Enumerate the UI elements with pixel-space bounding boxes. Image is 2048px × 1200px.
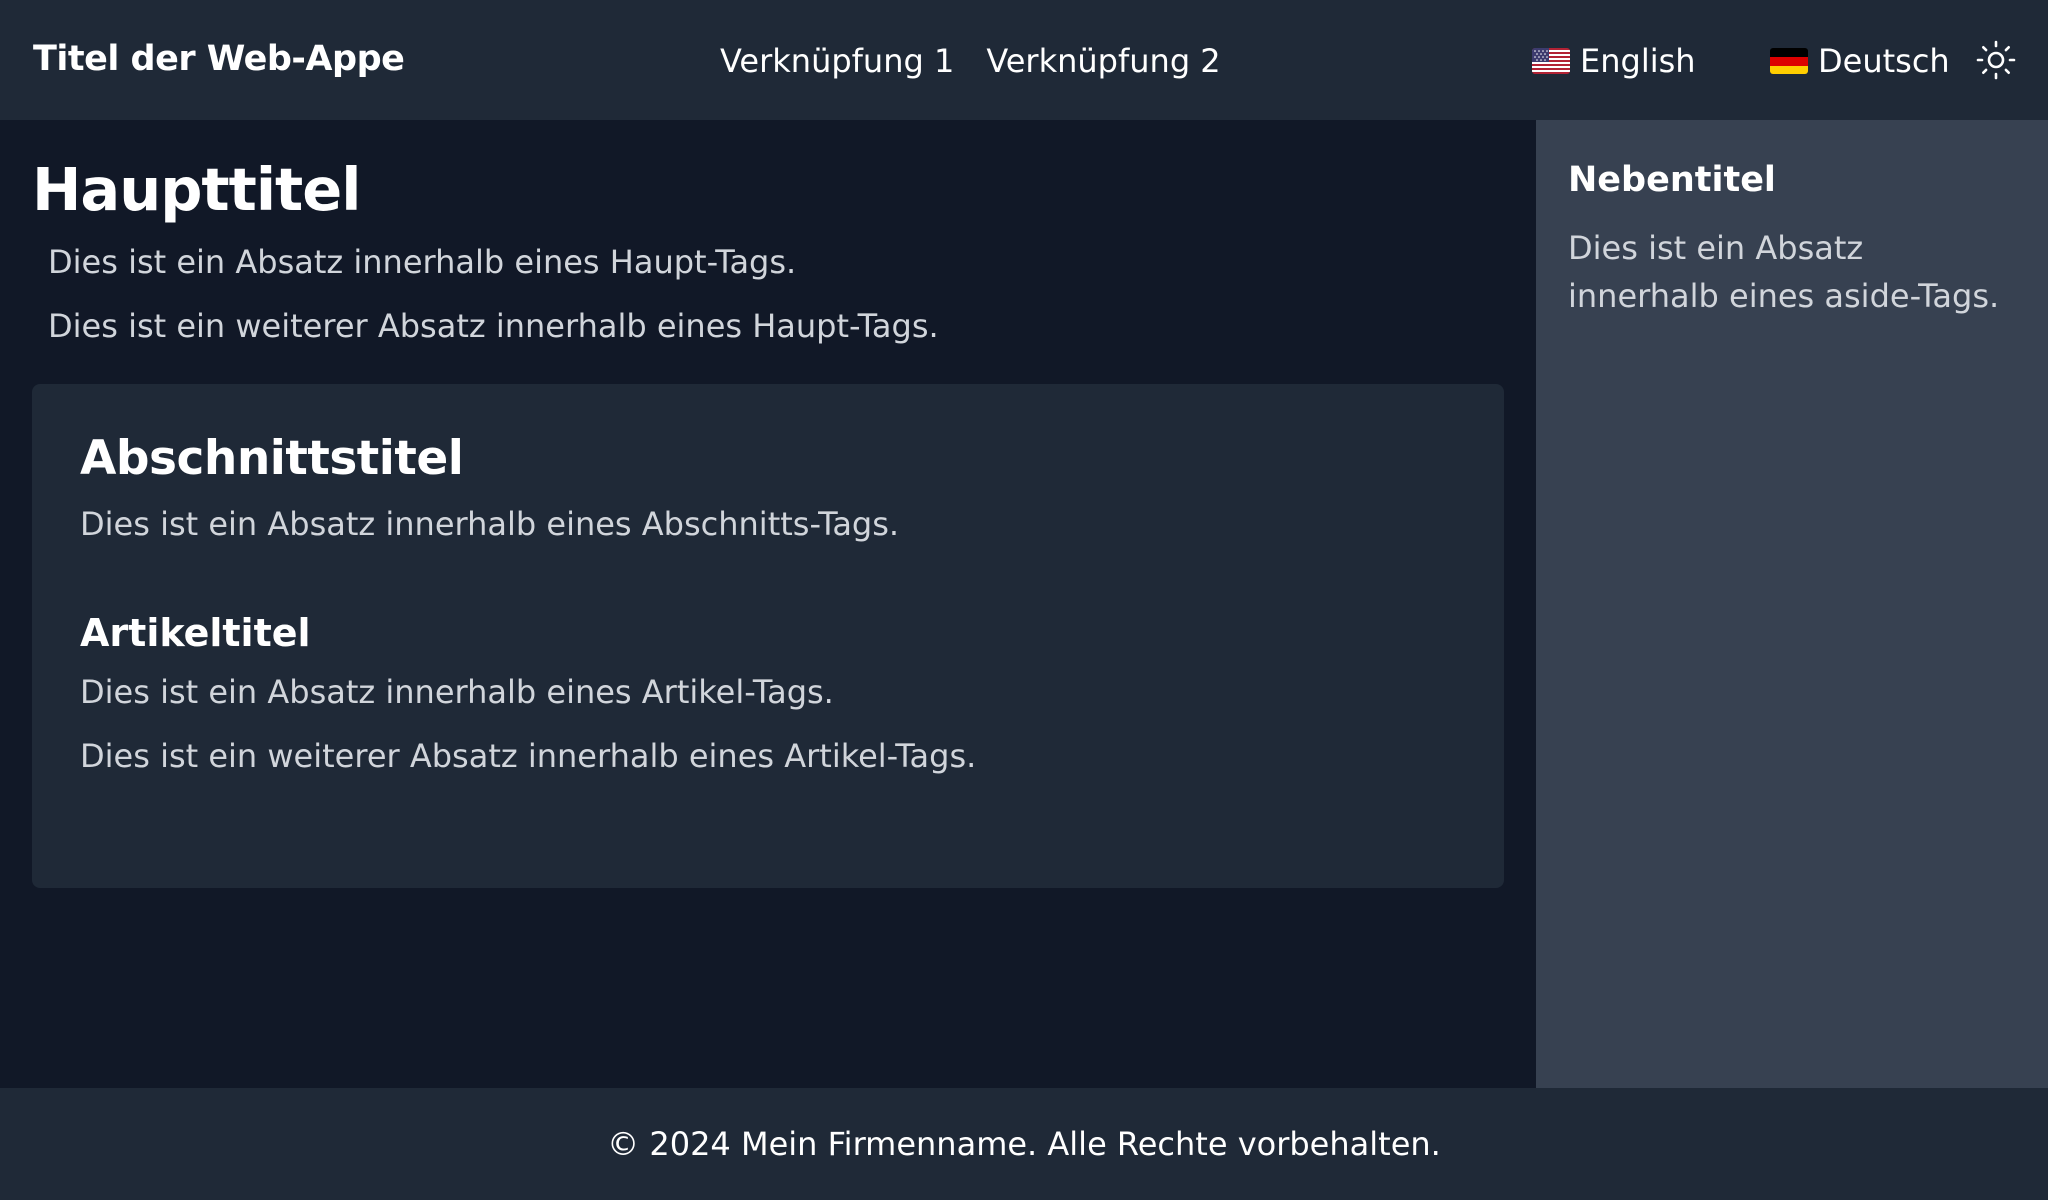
article-paragraph-1: Dies ist ein Absatz innerhalb eines Arti… <box>80 673 834 711</box>
theme-toggle-button[interactable] <box>1976 40 2016 80</box>
language-english-button[interactable]: English <box>1532 40 1696 82</box>
nav-link-1[interactable]: Verknüpfung 1 <box>720 40 954 82</box>
de-flag-icon <box>1770 48 1808 74</box>
language-english-label: English <box>1580 42 1696 80</box>
app-footer: © 2024 Mein Firmenname. Alle Rechte vorb… <box>0 1088 2048 1200</box>
aside-title: Nebentitel <box>1568 160 1776 200</box>
section-card: Abschnittstitel Dies ist ein Absatz inne… <box>32 384 1504 888</box>
app-header: Titel der Web-Appe Verknüpfung 1 Verknüp… <box>0 0 2048 120</box>
aside-panel: Nebentitel Dies ist ein Absatz innerhalb… <box>1536 120 2048 1088</box>
main-nav: Verknüpfung 1 Verknüpfung 2 <box>720 40 1221 82</box>
app-title: Titel der Web-Appe <box>33 39 405 79</box>
us-flag-icon <box>1532 48 1570 74</box>
sun-icon <box>1976 40 2016 80</box>
language-deutsch-label: Deutsch <box>1818 42 1950 80</box>
language-deutsch-button[interactable]: Deutsch <box>1770 40 1950 82</box>
main-title: Haupttitel <box>32 155 362 224</box>
main-paragraph-1: Dies ist ein Absatz innerhalb eines Haup… <box>48 243 797 281</box>
section-title: Abschnittstitel <box>80 431 464 486</box>
aside-paragraph: Dies ist ein Absatz innerhalb eines asid… <box>1568 229 2000 315</box>
article-title: Artikeltitel <box>80 611 311 655</box>
section-paragraph: Dies ist ein Absatz innerhalb eines Absc… <box>80 505 900 543</box>
footer-copyright: © 2024 Mein Firmenname. Alle Rechte vorb… <box>607 1125 1441 1163</box>
nav-link-2[interactable]: Verknüpfung 2 <box>986 40 1220 82</box>
main-paragraph-2: Dies ist ein weiterer Absatz innerhalb e… <box>48 307 939 345</box>
main-content: Haupttitel Dies ist ein Absatz innerhalb… <box>0 120 1536 1088</box>
article-paragraph-2: Dies ist ein weiterer Absatz innerhalb e… <box>80 737 977 775</box>
